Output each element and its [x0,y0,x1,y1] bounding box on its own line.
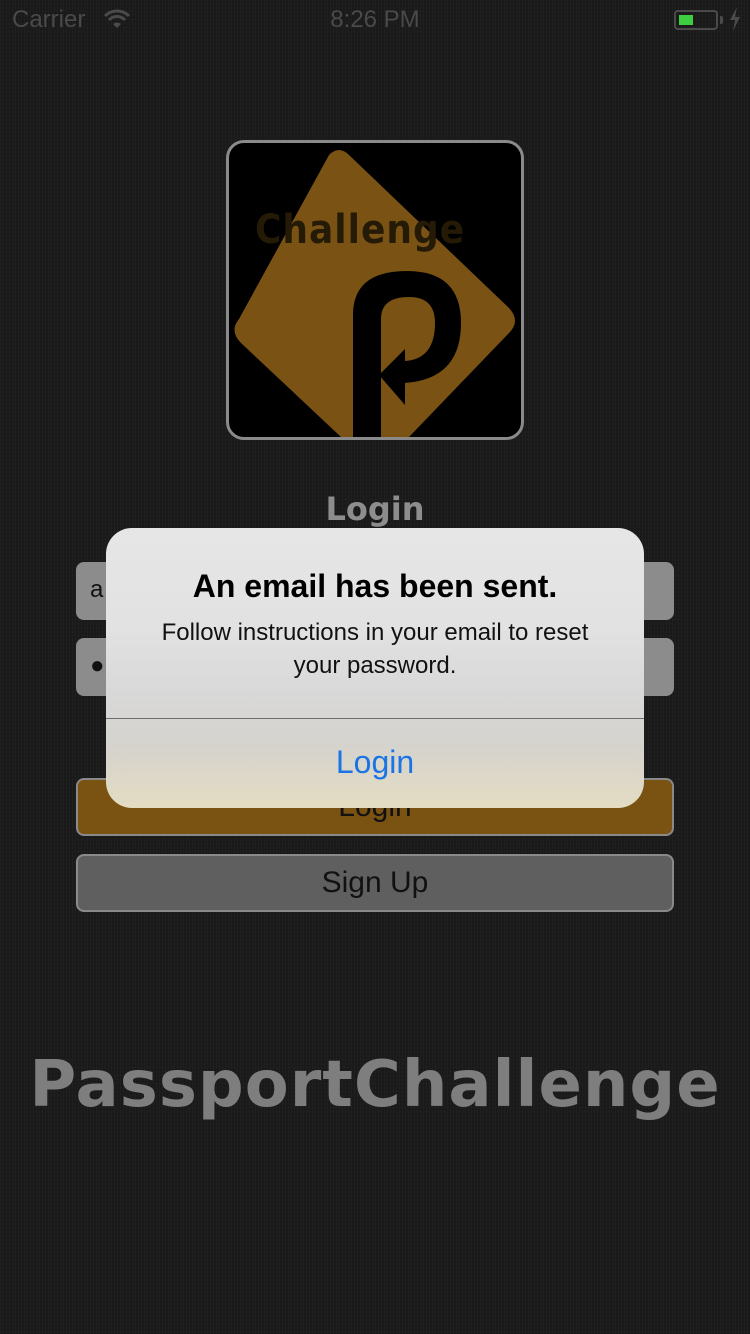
clock: 8:26 PM [330,6,420,33]
status-bar: Carrier 8:26 PM [0,0,750,40]
alert-login-button[interactable]: Login [106,719,644,808]
login-title: Login [325,490,425,528]
email-field-value: a [90,576,104,603]
alert-title: An email has been sent. [192,568,558,604]
signup-button[interactable]: Sign Up [76,854,674,912]
brand-name: PassportChallenge [29,1048,721,1122]
alert-message: Follow instructions in your email to res… [161,619,589,679]
password-field-value: ● [90,652,105,679]
passport-challenge-logo-graphic [234,150,516,437]
charging-bolt-icon [730,7,740,31]
app-logo: Challenge [226,140,524,440]
battery-level [679,15,693,25]
alert-dialog: An email has been sent. Follow instructi… [106,528,644,808]
battery-tip [720,16,723,24]
battery-icon [674,10,718,30]
logo-text: Challenge [255,207,466,253]
